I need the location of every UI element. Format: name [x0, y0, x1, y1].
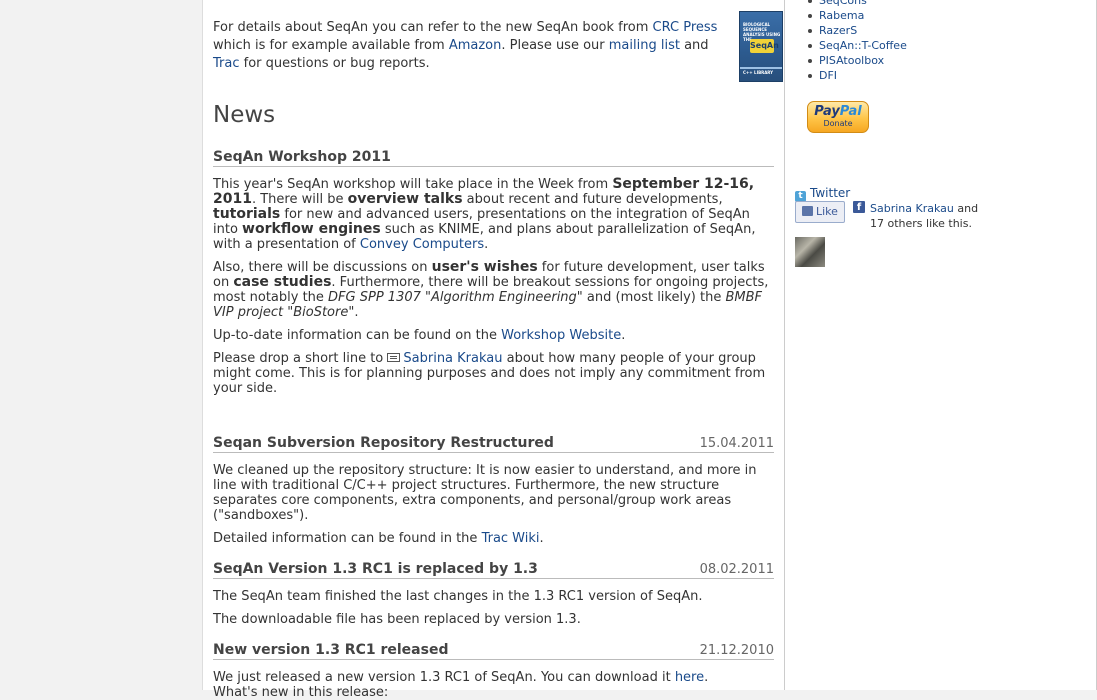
facebook-like-button[interactable]: Like [795, 201, 845, 223]
twitter-link[interactable]: t Twitter [795, 186, 850, 202]
article-date: 15.04.2011 [699, 436, 774, 451]
article-paragraph: Also, there will be discussions on user'… [213, 259, 774, 321]
text: . [484, 237, 489, 252]
app-link-dfi[interactable]: DFI [808, 68, 907, 83]
text: Detailed information can be found in the [213, 531, 482, 546]
text: and (most likely) the [582, 290, 726, 305]
article-svn-restructured: Seqan Subversion Repository Restructured… [213, 434, 774, 546]
email-icon [387, 353, 401, 362]
bold-wishes: user's wishes [431, 259, 538, 275]
article-title: Seqan Subversion Repository Restructured [213, 435, 554, 451]
article-paragraph: Detailed information can be found in the… [213, 531, 774, 546]
article-13-rc1: New version 1.3 RC1 released 21.12.2010 … [213, 641, 774, 700]
article-header: SeqAn Workshop 2011 [213, 148, 774, 167]
article-header: SeqAn Version 1.3 RC1 is replaced by 1.3… [213, 560, 774, 579]
main-content: For details about SeqAn you can refer to… [213, 0, 783, 700]
paypal-donate-label: Donate [823, 119, 853, 128]
article-paragraph: The downloadable file has been replaced … [213, 612, 581, 627]
app-link-rabema[interactable]: Rabema [808, 8, 907, 23]
convey-link[interactable]: Convey Computers [360, 237, 484, 252]
facebook-like-text: Sabrina Krakau and 17 others like this. [870, 201, 985, 231]
article-header: Seqan Subversion Repository Restructured… [213, 434, 774, 453]
article-paragraph: We just released a new version 1.3 RC1 o… [213, 670, 774, 685]
text: . [539, 531, 544, 546]
app-link-razers[interactable]: RazerS [808, 23, 907, 38]
book-subtitle: C++ LIBRARY [743, 70, 774, 75]
page-container: For details about SeqAn you can refer to… [202, 0, 1097, 700]
app-link-tcoffee[interactable]: SeqAn::T-Coffee [808, 38, 907, 53]
article-title: SeqAn Workshop 2011 [213, 149, 391, 165]
bold-workflow: workflow engines [242, 221, 381, 237]
article-workshop: SeqAn Workshop 2011 This year's SeqAn wo… [213, 148, 774, 396]
intro-text-1: For details about SeqAn you can refer to… [213, 20, 653, 35]
intro-text-3: . Please use our [501, 38, 609, 53]
intro-text-2: which is for example available from [213, 38, 449, 53]
text: . [354, 305, 359, 320]
facebook-icon: f [853, 201, 865, 213]
thumbs-up-icon [802, 206, 813, 216]
text: We just released a new version 1.3 RC1 o… [213, 670, 675, 685]
article-body: We just released a new version 1.3 RC1 o… [213, 670, 774, 700]
mailing-list-link[interactable]: mailing list [609, 38, 680, 53]
text: . There will be [251, 192, 348, 207]
paypal-logo: PayPal [808, 104, 868, 119]
amazon-link[interactable]: Amazon [449, 38, 502, 53]
intro-paragraph: For details about SeqAn you can refer to… [213, 19, 723, 73]
bold-tutorials: tutorials [213, 206, 281, 222]
article-paragraph: Up-to-date information can be found on t… [213, 328, 774, 343]
article-paragraph: This year's SeqAn workshop will take pla… [213, 177, 774, 253]
book-stripe [740, 67, 782, 69]
article-header: New version 1.3 RC1 released 21.12.2010 [213, 641, 774, 660]
italic-dfg: DFG SPP 1307 "Algorithm Engineering" [328, 290, 583, 305]
article-date: 08.02.2011 [699, 562, 774, 577]
article-paragraph: The SeqAn team finished the last changes… [213, 589, 703, 604]
text: This year's SeqAn workshop will take pla… [213, 177, 613, 192]
paypal-logo-pay: Pay [814, 104, 840, 119]
app-link-seqcons[interactable]: SeqCons [808, 0, 907, 8]
intro-text-5: for questions or bug reports. [239, 56, 430, 71]
trac-wiki-link[interactable]: Trac Wiki [482, 531, 540, 546]
text: . [621, 328, 626, 343]
column-divider [784, 0, 785, 690]
app-link-pisatoolbox[interactable]: PISAtoolbox [808, 53, 907, 68]
like-label: Like [816, 205, 838, 218]
article-body: The SeqAn team finished the last changes… [213, 589, 774, 627]
text: about recent and future developments, [462, 192, 723, 207]
article-body: We cleaned up the repository structure: … [213, 463, 774, 546]
text: Up-to-date information can be found on t… [213, 328, 502, 343]
like-user-link[interactable]: Sabrina Krakau [870, 202, 954, 215]
intro-text-4: and [679, 38, 709, 53]
article-title: SeqAn Version 1.3 RC1 is replaced by 1.3 [213, 561, 538, 577]
avatar[interactable] [795, 237, 825, 267]
text: Please drop a short line to [213, 351, 388, 366]
article-date: 21.12.2010 [699, 643, 774, 658]
text: . [704, 670, 709, 685]
crc-press-link[interactable]: CRC Press [653, 20, 718, 35]
sabrina-krakau-mail-link[interactable]: Sabrina Krakau [403, 351, 502, 366]
applications-list: SeqCons Rabema RazerS SeqAn::T-Coffee PI… [808, 0, 907, 83]
workshop-website-link[interactable]: Workshop Website [501, 328, 621, 343]
seqan-book-cover[interactable]: BIOLOGICAL SEQUENCE ANALYSIS USING THE S… [739, 11, 783, 82]
twitter-label: Twitter [810, 186, 851, 200]
book-logo: SeqAn [750, 39, 779, 53]
article-body: This year's SeqAn workshop will take pla… [213, 177, 774, 397]
bold-case: case studies [233, 274, 332, 290]
article-title: New version 1.3 RC1 released [213, 642, 449, 658]
text: Also, there will be discussions on [213, 260, 432, 275]
article-paragraph: Please drop a short line to Sabrina Krak… [213, 351, 774, 396]
article-version-13: SeqAn Version 1.3 RC1 is replaced by 1.3… [213, 560, 774, 627]
article-paragraph: What's new in this release: [213, 685, 389, 700]
paypal-donate-button[interactable]: PayPal Donate [807, 101, 869, 133]
bold-overview: overview talks [347, 191, 463, 207]
sidebar: SeqCons Rabema RazerS SeqAn::T-Coffee PI… [795, 0, 1085, 690]
article-paragraph: We cleaned up the repository structure: … [213, 463, 757, 523]
download-here-link[interactable]: here [675, 670, 704, 685]
trac-link[interactable]: Trac [213, 56, 240, 71]
news-heading: News [213, 102, 276, 128]
paypal-logo-pal: Pal [839, 104, 862, 119]
